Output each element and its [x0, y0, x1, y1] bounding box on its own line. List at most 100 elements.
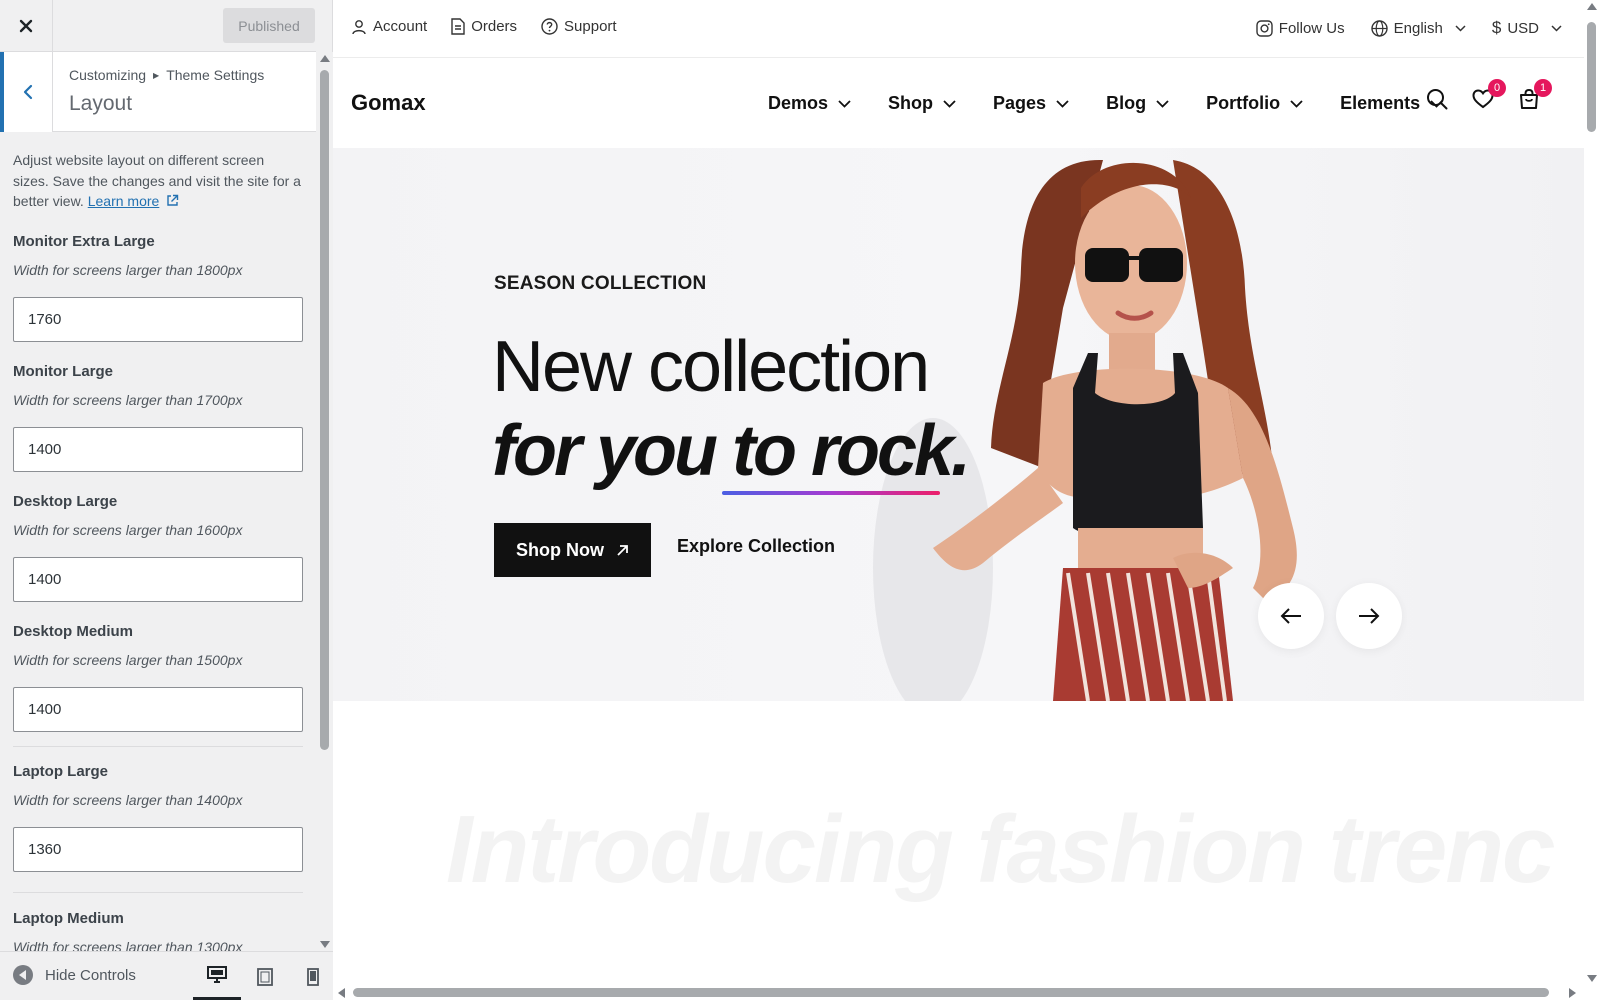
control-laptop-large: Laptop Large Width for screens larger th… [13, 763, 303, 872]
help-circle-icon [541, 18, 558, 35]
language-label: English [1393, 19, 1443, 37]
control-desktop-medium: Desktop Medium Width for screens larger … [13, 623, 303, 732]
customizer-header: Published [0, 0, 316, 52]
hero-gradient-underline [722, 491, 940, 495]
section-title: Layout [69, 92, 133, 115]
scrollbar-thumb[interactable] [353, 988, 1549, 997]
control-label: Laptop Medium [13, 909, 124, 927]
scroll-left-icon[interactable] [338, 988, 345, 998]
main-navigation: Gomax Demos Shop Pages Blog Portfolio El… [333, 58, 1584, 148]
slider-next-button[interactable] [1336, 583, 1402, 649]
control-hint: Width for screens larger than 1400px [13, 791, 243, 808]
menu-item-portfolio[interactable]: Portfolio [1206, 93, 1303, 114]
wishlist-button[interactable]: 0 [1472, 79, 1506, 112]
top-bar: Account Orders Support Follow Us English [333, 0, 1584, 58]
shop-now-button[interactable]: Shop Now [494, 523, 651, 577]
control-label: Monitor Extra Large [13, 232, 155, 250]
control-hint: Width for screens larger than 1800px [13, 261, 243, 278]
chevron-down-icon [943, 99, 956, 108]
scroll-right-icon[interactable] [1569, 988, 1576, 998]
close-customizer-button[interactable] [0, 0, 53, 52]
mobile-icon [307, 967, 319, 986]
external-link-icon[interactable] [166, 194, 179, 207]
back-button[interactable] [0, 52, 53, 132]
menu-item-shop[interactable]: Shop [888, 93, 956, 114]
control-hint: Width for screens larger than 1300px [13, 938, 243, 952]
menu-label: Portfolio [1206, 93, 1281, 113]
site-preview: Account Orders Support Follow Us English [333, 0, 1584, 985]
control-desktop-large: Desktop Large Width for screens larger t… [13, 493, 303, 602]
section-description: Adjust website layout on different scree… [13, 150, 303, 212]
user-icon [352, 19, 366, 34]
site-logo[interactable]: Gomax [351, 90, 426, 116]
orders-label: Orders [471, 18, 518, 35]
scroll-down-icon[interactable] [320, 941, 330, 948]
control-hint: Width for screens larger than 1500px [13, 651, 243, 668]
hero-title-line-1: New collection [492, 327, 930, 407]
chevron-down-icon [1455, 24, 1466, 32]
preview-vertical-scrollbar[interactable] [1584, 0, 1600, 985]
published-button[interactable]: Published [223, 8, 315, 43]
follow-us-link[interactable]: Follow Us [1256, 18, 1345, 38]
desktop-large-input[interactable] [13, 556, 303, 602]
follow-us-label: Follow Us [1278, 19, 1345, 37]
search-button[interactable] [1426, 88, 1450, 112]
scrollbar-thumb[interactable] [320, 70, 329, 750]
orders-link[interactable]: Orders [451, 18, 517, 35]
slider-prev-button[interactable] [1258, 583, 1324, 649]
wishlist-count-badge: 0 [1488, 79, 1506, 97]
account-link[interactable]: Account [351, 18, 427, 35]
control-label: Monitor Large [13, 362, 113, 380]
monitor-large-input[interactable] [13, 426, 303, 472]
breadcrumb-item: Customizing [69, 67, 147, 83]
desktop-medium-input[interactable] [13, 686, 303, 732]
tablet-icon [257, 967, 273, 986]
learn-more-link[interactable]: Learn more [88, 193, 160, 209]
device-tablet-button[interactable] [241, 952, 289, 1000]
scrollbar-thumb[interactable] [1587, 22, 1596, 132]
sidebar-scrollbar[interactable] [316, 52, 333, 951]
account-label: Account [373, 18, 428, 35]
collapse-icon [13, 965, 33, 985]
desktop-icon [207, 965, 227, 983]
menu-label: Pages [993, 93, 1047, 113]
breadcrumb: Customizing ▶ Theme Settings [69, 67, 264, 83]
divider [13, 745, 303, 747]
device-mobile-button[interactable] [289, 952, 337, 1000]
arrow-left-icon [1280, 608, 1301, 624]
control-monitor-extra-large: Monitor Extra Large Width for screens la… [13, 233, 303, 342]
currency-selector[interactable]: $ USD [1492, 18, 1562, 38]
top-bar-right: Follow Us English $ USD [1256, 18, 1562, 38]
laptop-large-input[interactable] [13, 826, 303, 872]
cart-button[interactable]: 1 [1518, 79, 1552, 112]
search-icon [1427, 89, 1448, 110]
header-icons: 0 1 [1426, 79, 1552, 112]
dollar-icon: $ [1491, 18, 1502, 37]
currency-label: USD [1507, 19, 1539, 37]
preview-horizontal-scrollbar[interactable] [333, 985, 1600, 1000]
scroll-up-icon[interactable] [1587, 3, 1597, 10]
menu-item-demos[interactable]: Demos [768, 93, 851, 114]
introducing-heading: Introducing fashion trenc [446, 796, 1555, 903]
hide-controls-button[interactable]: Hide Controls [13, 965, 136, 985]
support-link[interactable]: Support [541, 18, 617, 35]
hero-title-line-2: for you to rock. [492, 411, 971, 491]
control-label: Desktop Large [13, 492, 118, 510]
menu-item-blog[interactable]: Blog [1106, 93, 1169, 114]
shop-now-label: Shop Now [516, 539, 604, 560]
scroll-down-icon[interactable] [1587, 975, 1597, 982]
explore-collection-link[interactable]: Explore Collection [677, 536, 835, 557]
customizer-controls: Adjust website layout on different scree… [0, 133, 316, 951]
language-selector[interactable]: English [1370, 18, 1466, 38]
hero-slider: SEASON COLLECTION New collection for you… [333, 148, 1584, 701]
divider [13, 891, 303, 893]
control-hint: Width for screens larger than 1700px [13, 391, 243, 408]
control-label: Desktop Medium [13, 622, 134, 640]
monitor-extra-large-input[interactable] [13, 296, 303, 342]
device-desktop-button[interactable] [193, 952, 241, 1000]
globe-icon [1370, 19, 1388, 37]
menu-item-pages[interactable]: Pages [993, 93, 1069, 114]
menu-label: Elements [1340, 93, 1421, 113]
customizer-footer: Hide Controls [0, 951, 333, 1000]
scroll-up-icon[interactable] [320, 55, 330, 62]
